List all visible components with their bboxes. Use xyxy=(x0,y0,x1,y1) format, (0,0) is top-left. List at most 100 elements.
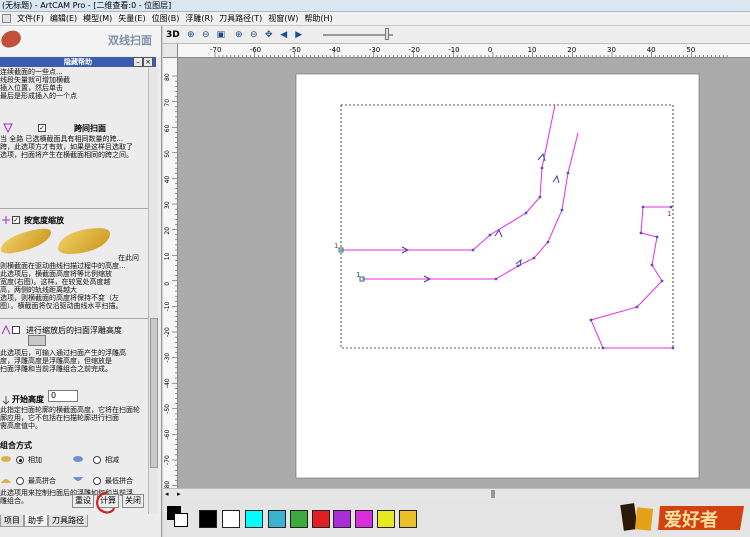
view-3d-button[interactable]: 3D xyxy=(166,30,180,40)
after-scale-input[interactable] xyxy=(28,335,46,346)
palette-swatch-cyan[interactable] xyxy=(245,510,263,528)
scale-width-checkbox[interactable]: ✓ xyxy=(12,216,20,224)
cross-sweep-desc: 当 全路 已选横截面具有相同数量的跨... 跨，此选项方才有效，如果是这样且选取… xyxy=(0,135,133,159)
combine-subtract-label: 相减 xyxy=(105,456,119,464)
combine-highest-label: 最高拼合 xyxy=(28,477,56,485)
ruler-v-label: 80 xyxy=(164,73,171,81)
ruler-h-label: -20 xyxy=(409,46,420,54)
palette-swatch-white[interactable] xyxy=(222,510,240,528)
combine-lowest-icon xyxy=(73,477,83,481)
combine-add-icon xyxy=(1,456,11,462)
ruler-v-label: 0 xyxy=(164,282,171,286)
menu-bar: 文件(F) 编辑(E) 模型(M) 矢量(E) 位图(B) 浮雕(R) 刀具路径… xyxy=(0,12,750,26)
highlight-annotation xyxy=(96,491,116,514)
ruler-h-label: -40 xyxy=(329,46,340,54)
ruler-h-label: 50 xyxy=(686,46,695,54)
view-left-icon[interactable]: ◀ xyxy=(278,29,290,41)
cross-sweep-checkbox[interactable]: ✓ xyxy=(38,124,46,132)
menu-vector[interactable]: 矢量(E) xyxy=(115,12,148,25)
horizontal-ruler: -70 -60 -50 -40 -30 -20 -10 0 10 20 30 40 50 xyxy=(178,44,750,58)
sweep-panel: 双线扫面 隐藏帮助 – × 连续截面的一些点... 线段矢量就可增加横截 插入位… xyxy=(0,26,162,537)
ruler-v-label: 60 xyxy=(164,124,171,132)
zoom-in-icon[interactable]: ⊕ xyxy=(185,29,197,41)
ruler-h-label: -30 xyxy=(369,46,380,54)
combine-lowest-radio[interactable] xyxy=(93,477,101,485)
palette-swatch-teal[interactable] xyxy=(268,510,286,528)
opacity-slider-thumb[interactable] xyxy=(385,28,389,40)
after-scale-checkbox[interactable] xyxy=(12,326,20,334)
scale-on-preview-image xyxy=(58,228,110,254)
start-height-icon xyxy=(2,396,10,405)
ruler-v-label: -20 xyxy=(164,327,171,337)
ruler-corner xyxy=(163,44,178,58)
menu-bitmap[interactable]: 位图(B) xyxy=(149,12,183,25)
ruler-v-label: 30 xyxy=(164,201,171,209)
scale-width-label: 按宽度缩放 xyxy=(24,216,64,225)
system-menu-icon[interactable] xyxy=(2,14,11,23)
woodworking-watermark-logo: 爱好者 xyxy=(620,503,744,531)
hscroll-thumb[interactable] xyxy=(491,490,495,498)
tab-assistant[interactable]: 助手 xyxy=(24,515,48,527)
panel-title: 双线扫面 xyxy=(108,34,152,47)
combine-highest-radio[interactable] xyxy=(16,477,24,485)
ruler-h-label: -50 xyxy=(289,46,300,54)
canvas-viewport[interactable]: 1 1 1 xyxy=(178,58,750,488)
help-line-d: 最后是形成插入的一个点 xyxy=(0,92,77,100)
drawing-canvas[interactable]: 1 1 1 xyxy=(178,58,750,488)
separator xyxy=(0,208,148,209)
palette-swatch-yellow[interactable] xyxy=(377,510,395,528)
palette-swatch-magenta[interactable] xyxy=(355,510,373,528)
menu-relief[interactable]: 浮雕(R) xyxy=(182,12,216,25)
panel-scrollbar[interactable] xyxy=(148,68,158,514)
view-right-icon[interactable]: ▶ xyxy=(293,29,305,41)
scroll-left-icon[interactable]: ◂ xyxy=(165,490,173,498)
help-line-c: 插入位置，然后单击 xyxy=(0,84,63,92)
help-minimize-icon[interactable]: – xyxy=(133,57,143,67)
zoom-window-icon[interactable]: ⊕ xyxy=(233,29,245,41)
help-close-icon[interactable]: × xyxy=(143,57,153,67)
ruler-h-label: 30 xyxy=(607,46,616,54)
menu-file[interactable]: 文件(F) xyxy=(14,12,47,25)
combine-subtract-radio[interactable] xyxy=(93,456,101,464)
ruler-h-label: 40 xyxy=(647,46,656,54)
close-button[interactable]: 关闭 xyxy=(122,494,144,508)
zoom-fit-icon[interactable]: ▣ xyxy=(215,29,227,41)
zoom-out-icon[interactable]: ⊖ xyxy=(200,29,212,41)
combine-add-radio[interactable] xyxy=(16,456,24,464)
scale-width-desc: 则横截面在驱动曲线扫描过程中的高度... 此选项后，横截面高度将等比例缩放 宽度… xyxy=(0,262,126,310)
ruler-v-label: -80 xyxy=(164,481,171,488)
palette-swatch-red[interactable] xyxy=(312,510,330,528)
zoom-prev-icon[interactable]: ⊖ xyxy=(248,29,260,41)
secondary-color-swatch[interactable] xyxy=(174,513,188,527)
panel-scroll-thumb[interactable] xyxy=(150,318,158,468)
scroll-right-icon[interactable]: ▸ xyxy=(177,490,185,498)
horizontal-ruler-ticks: -70 -60 -50 -40 -30 -20 -10 0 10 20 30 40 50 xyxy=(210,46,728,57)
pan-icon[interactable]: ✥ xyxy=(263,29,275,41)
help-line-a: 连续截面的一些点... xyxy=(0,68,63,76)
ruler-v-label: -10 xyxy=(164,301,171,311)
vertical-ruler-ticks: 80 70 60 50 40 30 20 10 0 -10 -20 -30 -40 -50 -60 -70 -8… xyxy=(164,73,177,488)
palette-swatch-green[interactable] xyxy=(290,510,308,528)
help-intro-text: 连续截面的一些点... 线段矢量就可增加横截 插入位置，然后单击 最后是形成插入… xyxy=(0,68,146,108)
menu-help[interactable]: 帮助(H) xyxy=(301,12,335,25)
relief-height-icon xyxy=(1,324,11,335)
ruler-v-label: 40 xyxy=(164,176,171,184)
menu-edit[interactable]: 编辑(E) xyxy=(47,12,80,25)
tab-toolpaths[interactable]: 刀具路径 xyxy=(48,515,88,527)
ruler-h-label: 20 xyxy=(567,46,576,54)
opacity-slider-track[interactable] xyxy=(323,34,393,36)
menu-window[interactable]: 视窗(W) xyxy=(265,12,301,25)
palette-swatch-purple[interactable] xyxy=(333,510,351,528)
palette-swatch-gold[interactable] xyxy=(399,510,417,528)
ruler-v-label: 70 xyxy=(164,99,171,107)
start-marker-left: 1 xyxy=(334,242,338,250)
panel-tabs: 项目 助手 刀具路径 xyxy=(0,515,161,527)
tab-project[interactable]: 项目 xyxy=(0,515,24,527)
menu-model[interactable]: 模型(M) xyxy=(80,12,115,25)
panel-header: 双线扫面 xyxy=(0,26,161,56)
start-height-input[interactable]: 0 xyxy=(48,390,78,402)
ruler-v-label: -60 xyxy=(164,429,171,439)
palette-swatch-black[interactable] xyxy=(199,510,217,528)
menu-toolpaths[interactable]: 刀具路径(T) xyxy=(216,12,265,25)
help-line-b: 线段矢量就可增加横截 xyxy=(0,76,70,84)
